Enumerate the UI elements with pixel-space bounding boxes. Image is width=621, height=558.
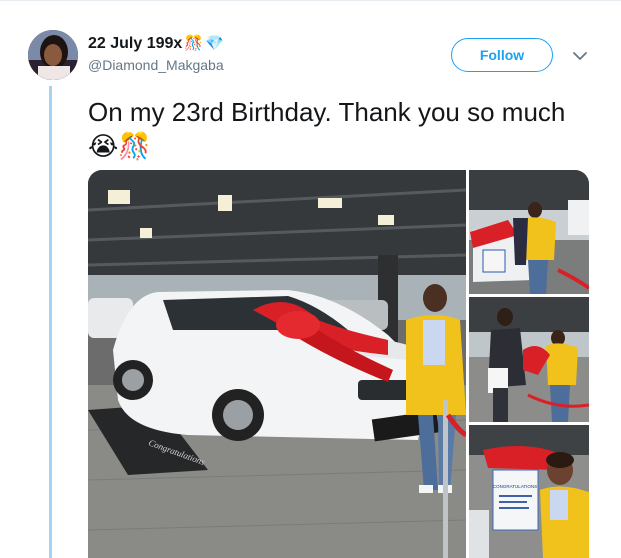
photo-main[interactable]	[88, 170, 468, 558]
display-name-text: 22 July 199x	[88, 35, 183, 52]
follow-button[interactable]: Follow	[451, 38, 553, 72]
photo-thumb-2[interactable]	[469, 297, 589, 422]
tweet-text: On my 23rd Birthday. Thank you so much😭🎊	[88, 97, 566, 161]
gem-emoji: 💎	[204, 35, 224, 52]
display-name[interactable]: 22 July 199x 🎊 💎	[88, 34, 224, 54]
top-divider	[0, 0, 621, 1]
avatar-image	[28, 30, 78, 80]
thread-connector-line	[49, 86, 52, 558]
author-info: 22 July 199x 🎊 💎 @Diamond_Makgaba	[88, 34, 224, 74]
confetti-emoji: 🎊	[184, 35, 203, 52]
photo-thumb-1[interactable]	[469, 170, 589, 294]
avatar[interactable]	[28, 30, 78, 80]
media-grid[interactable]: CONGRATULATIONS Congratulations	[88, 170, 589, 558]
user-handle[interactable]: @Diamond_Makgaba	[88, 56, 224, 74]
congratulations-sign-text: CONGRATULATIONS	[493, 484, 537, 489]
photo-thumb-3[interactable]: CONGRATULATIONS	[469, 425, 589, 558]
chevron-down-icon	[573, 51, 587, 60]
tweet-options-caret[interactable]	[572, 48, 588, 64]
